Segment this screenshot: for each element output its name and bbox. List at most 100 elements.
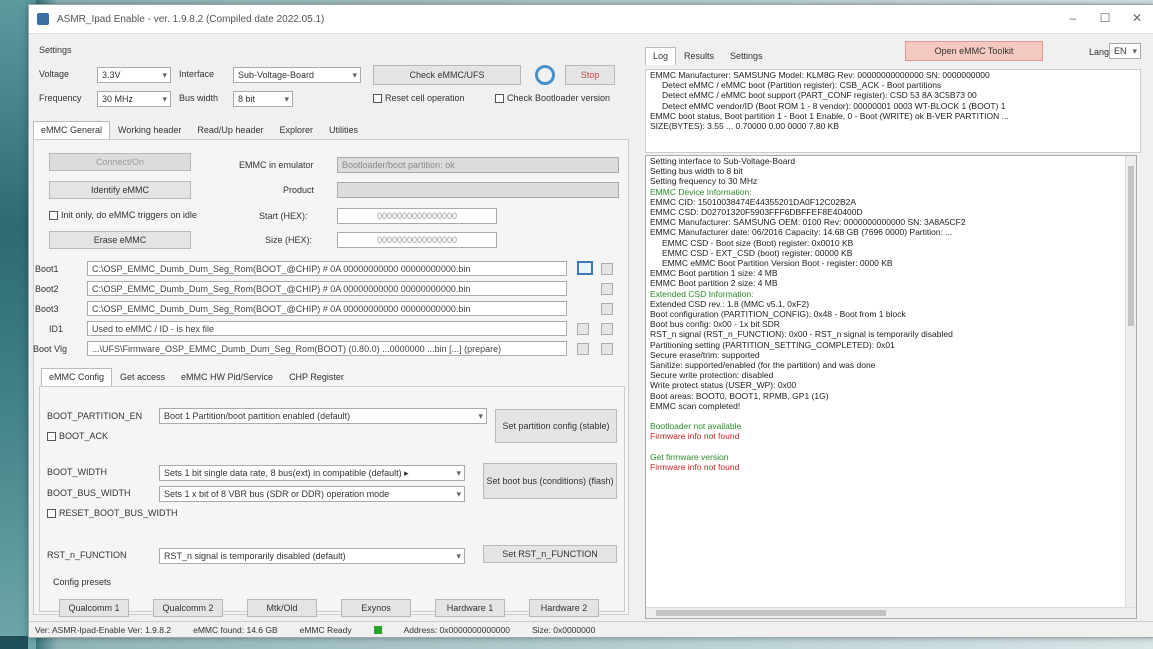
close-button[interactable]: ✕ bbox=[1123, 11, 1151, 25]
app-window: ASMR_Ipad Enable - ver. 1.9.8.2 (Compile… bbox=[28, 4, 1153, 638]
tab-results[interactable]: Results bbox=[676, 47, 722, 65]
emmc-in-emulator-field: Bootloader/boot partition: ok bbox=[337, 157, 619, 173]
browse-button[interactable] bbox=[601, 323, 613, 335]
checkbox-box-icon bbox=[49, 210, 58, 220]
log-line: Sanitize: supported/enabled (for the par… bbox=[650, 360, 876, 371]
checkbox-box-icon bbox=[47, 508, 56, 518]
interface-label: Interface bbox=[179, 69, 215, 79]
boot-ack-checkbox[interactable]: BOOT_ACK bbox=[47, 431, 108, 441]
window-title: ASMR_Ipad Enable - ver. 1.9.8.2 (Compile… bbox=[57, 13, 325, 25]
stop-button[interactable]: Stop bbox=[565, 65, 615, 85]
erase-emmc-button[interactable]: Erase eMMC bbox=[49, 231, 191, 249]
rst-n-select[interactable]: RST_n signal is temporarily disabled (de… bbox=[159, 548, 465, 564]
bus-width-select[interactable]: 8 bit bbox=[233, 91, 293, 107]
tab-utilities[interactable]: Utilities bbox=[321, 121, 366, 139]
boot-partition-select[interactable]: Boot 1 Partition/boot partition enabled … bbox=[159, 408, 487, 424]
boot-width-select[interactable]: Sets 1 bit single data rate, 8 bus(ext) … bbox=[159, 465, 465, 481]
right-tabs: Log Results Settings bbox=[645, 47, 771, 65]
browse-button[interactable] bbox=[577, 323, 589, 335]
log-line: EMMC CSD - EXT_CSD (boot) register: 0000… bbox=[662, 247, 853, 258]
checkbox-box-icon bbox=[495, 93, 504, 103]
tab-emmc-general[interactable]: eMMC General bbox=[33, 121, 111, 139]
check-bootloader-checkbox[interactable]: Check Bootloader version bbox=[495, 93, 610, 103]
lang-select[interactable]: EN bbox=[1109, 43, 1141, 59]
set-boot-bus-button[interactable]: Set boot bus (conditions) (flash) bbox=[483, 463, 617, 499]
preset-hardware-2-button[interactable]: Hardware 2 bbox=[529, 599, 599, 617]
log-line: Boot bus config: 0x00 - 1x bit SDR bbox=[650, 319, 780, 330]
boot-bus-width-select[interactable]: Sets 1 x bit of 8 VBR bus (SDR or DDR) o… bbox=[159, 486, 465, 502]
interface-select[interactable]: Sub-Voltage-Board bbox=[233, 67, 361, 83]
desktop-taskbar-strip bbox=[0, 636, 28, 649]
file-row-label: Boot Vlg bbox=[33, 344, 68, 354]
identify-emmc-button[interactable]: Identify eMMC bbox=[49, 181, 191, 199]
voltage-select[interactable]: 3.3V bbox=[97, 67, 171, 83]
boot-width-label: BOOT_WIDTH bbox=[47, 467, 107, 477]
connect-button[interactable]: Connect/On bbox=[49, 153, 191, 171]
set-rst-n-button[interactable]: Set RST_n_FUNCTION bbox=[483, 545, 617, 563]
browse-button[interactable] bbox=[601, 283, 613, 295]
sub-tabs: eMMC Config Get access eMMC HW Pid/Servi… bbox=[41, 368, 352, 386]
scrollbar-thumb[interactable] bbox=[656, 610, 886, 616]
tab-emmc-config[interactable]: eMMC Config bbox=[41, 368, 113, 386]
summary-line: Detect eMMC / eMMC boot (Partition regis… bbox=[662, 80, 942, 91]
id1-path-input[interactable]: Used to eMMC / ID - is hex file bbox=[87, 321, 567, 336]
log-pane[interactable]: Setting interface to Sub-Voltage-Board Se… bbox=[645, 155, 1137, 619]
preset-mtk-button[interactable]: Mtk/Old bbox=[247, 599, 317, 617]
tab-working-header[interactable]: Working header bbox=[110, 121, 189, 139]
settings-label: Settings bbox=[39, 45, 72, 55]
frequency-select[interactable]: 30 MHz bbox=[97, 91, 171, 107]
log-line: EMMC eMMC Boot Partition Version Boot - … bbox=[662, 258, 893, 269]
boot-partition-label: BOOT_PARTITION_EN bbox=[47, 411, 143, 421]
title-bar: ASMR_Ipad Enable - ver. 1.9.8.2 (Compile… bbox=[29, 5, 1153, 34]
status-ready: eMMC Ready bbox=[299, 624, 352, 635]
status-ok-icon bbox=[373, 625, 382, 634]
browse-button[interactable] bbox=[601, 303, 613, 315]
boot3-path-input[interactable]: C:\OSP_EMMC_Dumb_Dum_Seg_Rom(BOOT_@CHIP)… bbox=[87, 301, 567, 316]
start-address-label: Start (HEX): bbox=[259, 211, 308, 221]
browse-button[interactable] bbox=[601, 263, 613, 275]
folder-open-icon[interactable] bbox=[577, 261, 593, 275]
tab-right-settings[interactable]: Settings bbox=[722, 47, 771, 65]
reset-on-connect-checkbox[interactable]: Reset cell operation bbox=[373, 93, 465, 103]
voltage-label: Voltage bbox=[39, 69, 70, 79]
boot1-path-input[interactable]: C:\OSP_EMMC_Dumb_Dum_Seg_Rom(BOOT_@CHIP)… bbox=[87, 261, 567, 276]
log-line: Boot configuration (PARTITION_CONFIG): 0… bbox=[650, 309, 906, 320]
device-summary-pane: EMMC Manufacturer: SAMSUNG Model: KLM8G … bbox=[645, 69, 1141, 153]
tab-chp-register[interactable]: CHP Register bbox=[281, 368, 352, 386]
tab-read-up-header[interactable]: Read/Up header bbox=[189, 121, 271, 139]
size-input[interactable]: 0000000000000000 bbox=[337, 232, 497, 248]
minimize-button[interactable]: – bbox=[1059, 11, 1087, 25]
preset-qualcomm-2-button[interactable]: Qualcomm 2 bbox=[153, 599, 223, 617]
log-horizontal-scrollbar[interactable] bbox=[646, 607, 1136, 618]
reset-boot-bus-checkbox[interactable]: RESET_BOOT_BUS_WIDTH bbox=[47, 508, 178, 518]
log-vertical-scrollbar[interactable] bbox=[1125, 156, 1136, 618]
reset-on-connect-label: Reset cell operation bbox=[385, 93, 465, 103]
open-emmc-toolkit-button[interactable]: Open eMMC Toolkit bbox=[905, 41, 1043, 61]
refresh-icon[interactable] bbox=[535, 65, 555, 85]
tab-log[interactable]: Log bbox=[645, 47, 677, 65]
preset-hardware-1-button[interactable]: Hardware 1 bbox=[435, 599, 505, 617]
scrollbar-thumb[interactable] bbox=[1128, 166, 1134, 326]
preset-exynos-button[interactable]: Exynos bbox=[341, 599, 411, 617]
maximize-button[interactable]: ☐ bbox=[1091, 11, 1119, 25]
file-row-label: Boot3 bbox=[35, 304, 59, 314]
log-line: EMMC CID: 15010038474E44355201DA0F12C02B… bbox=[650, 196, 857, 207]
browse-button[interactable] bbox=[577, 343, 589, 355]
tab-explorer[interactable]: Explorer bbox=[271, 121, 321, 139]
set-partition-config-button[interactable]: Set partition config (stable) bbox=[495, 409, 617, 443]
preset-qualcomm-1-button[interactable]: Qualcomm 1 bbox=[59, 599, 129, 617]
summary-line: EMMC boot status, Boot partition 1 - Boo… bbox=[650, 110, 1009, 121]
boot-vlg-path-input[interactable]: ...\UFS\Firmware_OSP_EMMC_Dumb_Dum_Seg_R… bbox=[87, 341, 567, 356]
start-address-input[interactable]: 0000000000000000 bbox=[337, 208, 497, 224]
log-line: Setting frequency to 30 MHz bbox=[650, 176, 758, 187]
log-line: EMMC Boot partition 2 size: 4 MB bbox=[650, 278, 778, 289]
tab-emmc-hw-pid[interactable]: eMMC HW Pid/Service bbox=[173, 368, 281, 386]
init-checkbox[interactable]: Init only, do eMMC triggers on idle bbox=[49, 210, 197, 220]
browse-button[interactable] bbox=[601, 343, 613, 355]
frequency-label: Frequency bbox=[39, 93, 82, 103]
tab-get-access[interactable]: Get access bbox=[112, 368, 173, 386]
check-emmc-button[interactable]: Check eMMC/UFS bbox=[373, 65, 521, 85]
status-size: Size: 0x0000000 bbox=[531, 624, 596, 635]
boot2-path-input[interactable]: C:\OSP_EMMC_Dumb_Dum_Seg_Rom(BOOT_@CHIP)… bbox=[87, 281, 567, 296]
